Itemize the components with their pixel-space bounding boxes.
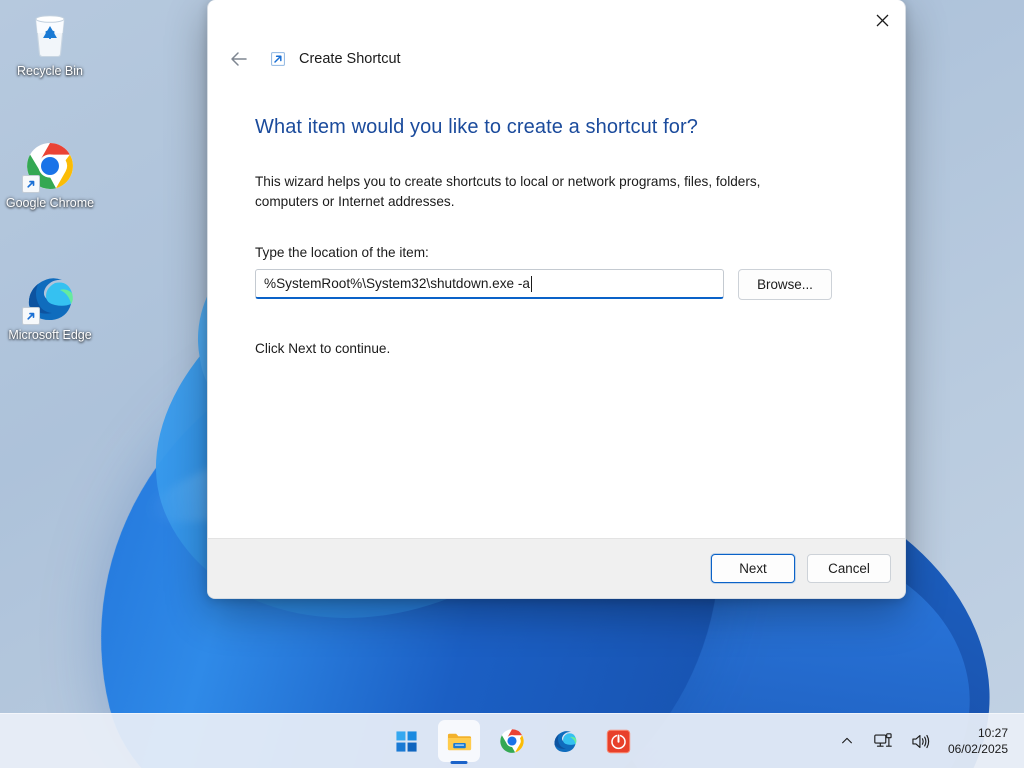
shortcut-arrow-icon — [22, 175, 40, 193]
desktop-icon-label: Microsoft Edge — [8, 328, 92, 342]
windows-logo-icon — [395, 730, 417, 752]
close-icon[interactable] — [859, 0, 905, 40]
desktop-icon-label: Google Chrome — [5, 196, 95, 210]
clock-time: 10:27 — [977, 726, 1008, 740]
taskbar-item-google-chrome[interactable] — [491, 720, 533, 762]
taskbar-items — [385, 720, 639, 762]
file-explorer-icon — [447, 733, 471, 750]
create-shortcut-dialog[interactable]: Create Shortcut What item would you like… — [207, 0, 906, 599]
dialog-title: Create Shortcut — [299, 51, 401, 67]
location-field-label: Type the location of the item: — [255, 245, 429, 260]
location-input-value: %SystemRoot%\System32\shutdown.exe -a — [264, 276, 530, 291]
system-tray: 10:27 06/02/2025 — [833, 724, 1016, 758]
taskbar[interactable]: 10:27 06/02/2025 — [0, 713, 1024, 768]
clock-date: 06/02/2025 — [947, 742, 1008, 756]
location-input[interactable]: %SystemRoot%\System32\shutdown.exe -a — [255, 269, 724, 299]
intro-text: This wizard helps you to create shortcut… — [255, 174, 761, 209]
desktop[interactable]: Recycle Bin Google Chrome Microsoft Edge… — [0, 0, 1024, 768]
dialog-footer: Next Cancel — [208, 538, 905, 598]
text-caret — [530, 275, 532, 292]
taskbar-item-start[interactable] — [385, 720, 427, 762]
desktop-icon-label: Recycle Bin — [17, 64, 83, 78]
network-icon[interactable] — [870, 724, 898, 758]
click-next-text: Click Next to continue. — [255, 341, 391, 356]
taskbar-item-file-explorer[interactable] — [438, 720, 480, 762]
location-field-row: %SystemRoot%\System32\shutdown.exe -a Br… — [255, 269, 858, 300]
taskbar-item-microsoft-edge[interactable] — [544, 720, 586, 762]
dialog-titlebar — [208, 0, 905, 40]
next-button[interactable]: Next — [711, 554, 795, 583]
page-title: What item would you like to create a sho… — [255, 116, 698, 138]
dialog-navbar: Create Shortcut — [208, 40, 905, 78]
microsoft-edge-icon — [22, 272, 76, 325]
recycle-bin-icon — [24, 8, 76, 60]
desktop-icon-google-chrome[interactable]: Google Chrome — [0, 140, 100, 211]
shortcut-arrow-icon — [270, 51, 286, 67]
volume-icon[interactable] — [907, 724, 935, 758]
desktop-icon-microsoft-edge[interactable]: Microsoft Edge — [0, 272, 100, 343]
chevron-up-icon[interactable] — [833, 724, 861, 758]
power-icon — [606, 729, 630, 753]
desktop-icon-recycle-bin[interactable]: Recycle Bin — [0, 8, 100, 79]
back-arrow-icon[interactable] — [224, 44, 254, 74]
clock[interactable]: 10:27 06/02/2025 — [944, 725, 1016, 757]
cancel-button[interactable]: Cancel — [807, 554, 891, 583]
shortcut-arrow-icon — [22, 307, 40, 325]
google-chrome-icon — [22, 140, 76, 193]
microsoft-edge-icon — [554, 731, 577, 753]
browse-button[interactable]: Browse... — [738, 269, 832, 300]
google-chrome-icon — [500, 729, 524, 753]
taskbar-item-shutdown-shortcut[interactable] — [597, 720, 639, 762]
dialog-body: What item would you like to create a sho… — [208, 78, 905, 538]
